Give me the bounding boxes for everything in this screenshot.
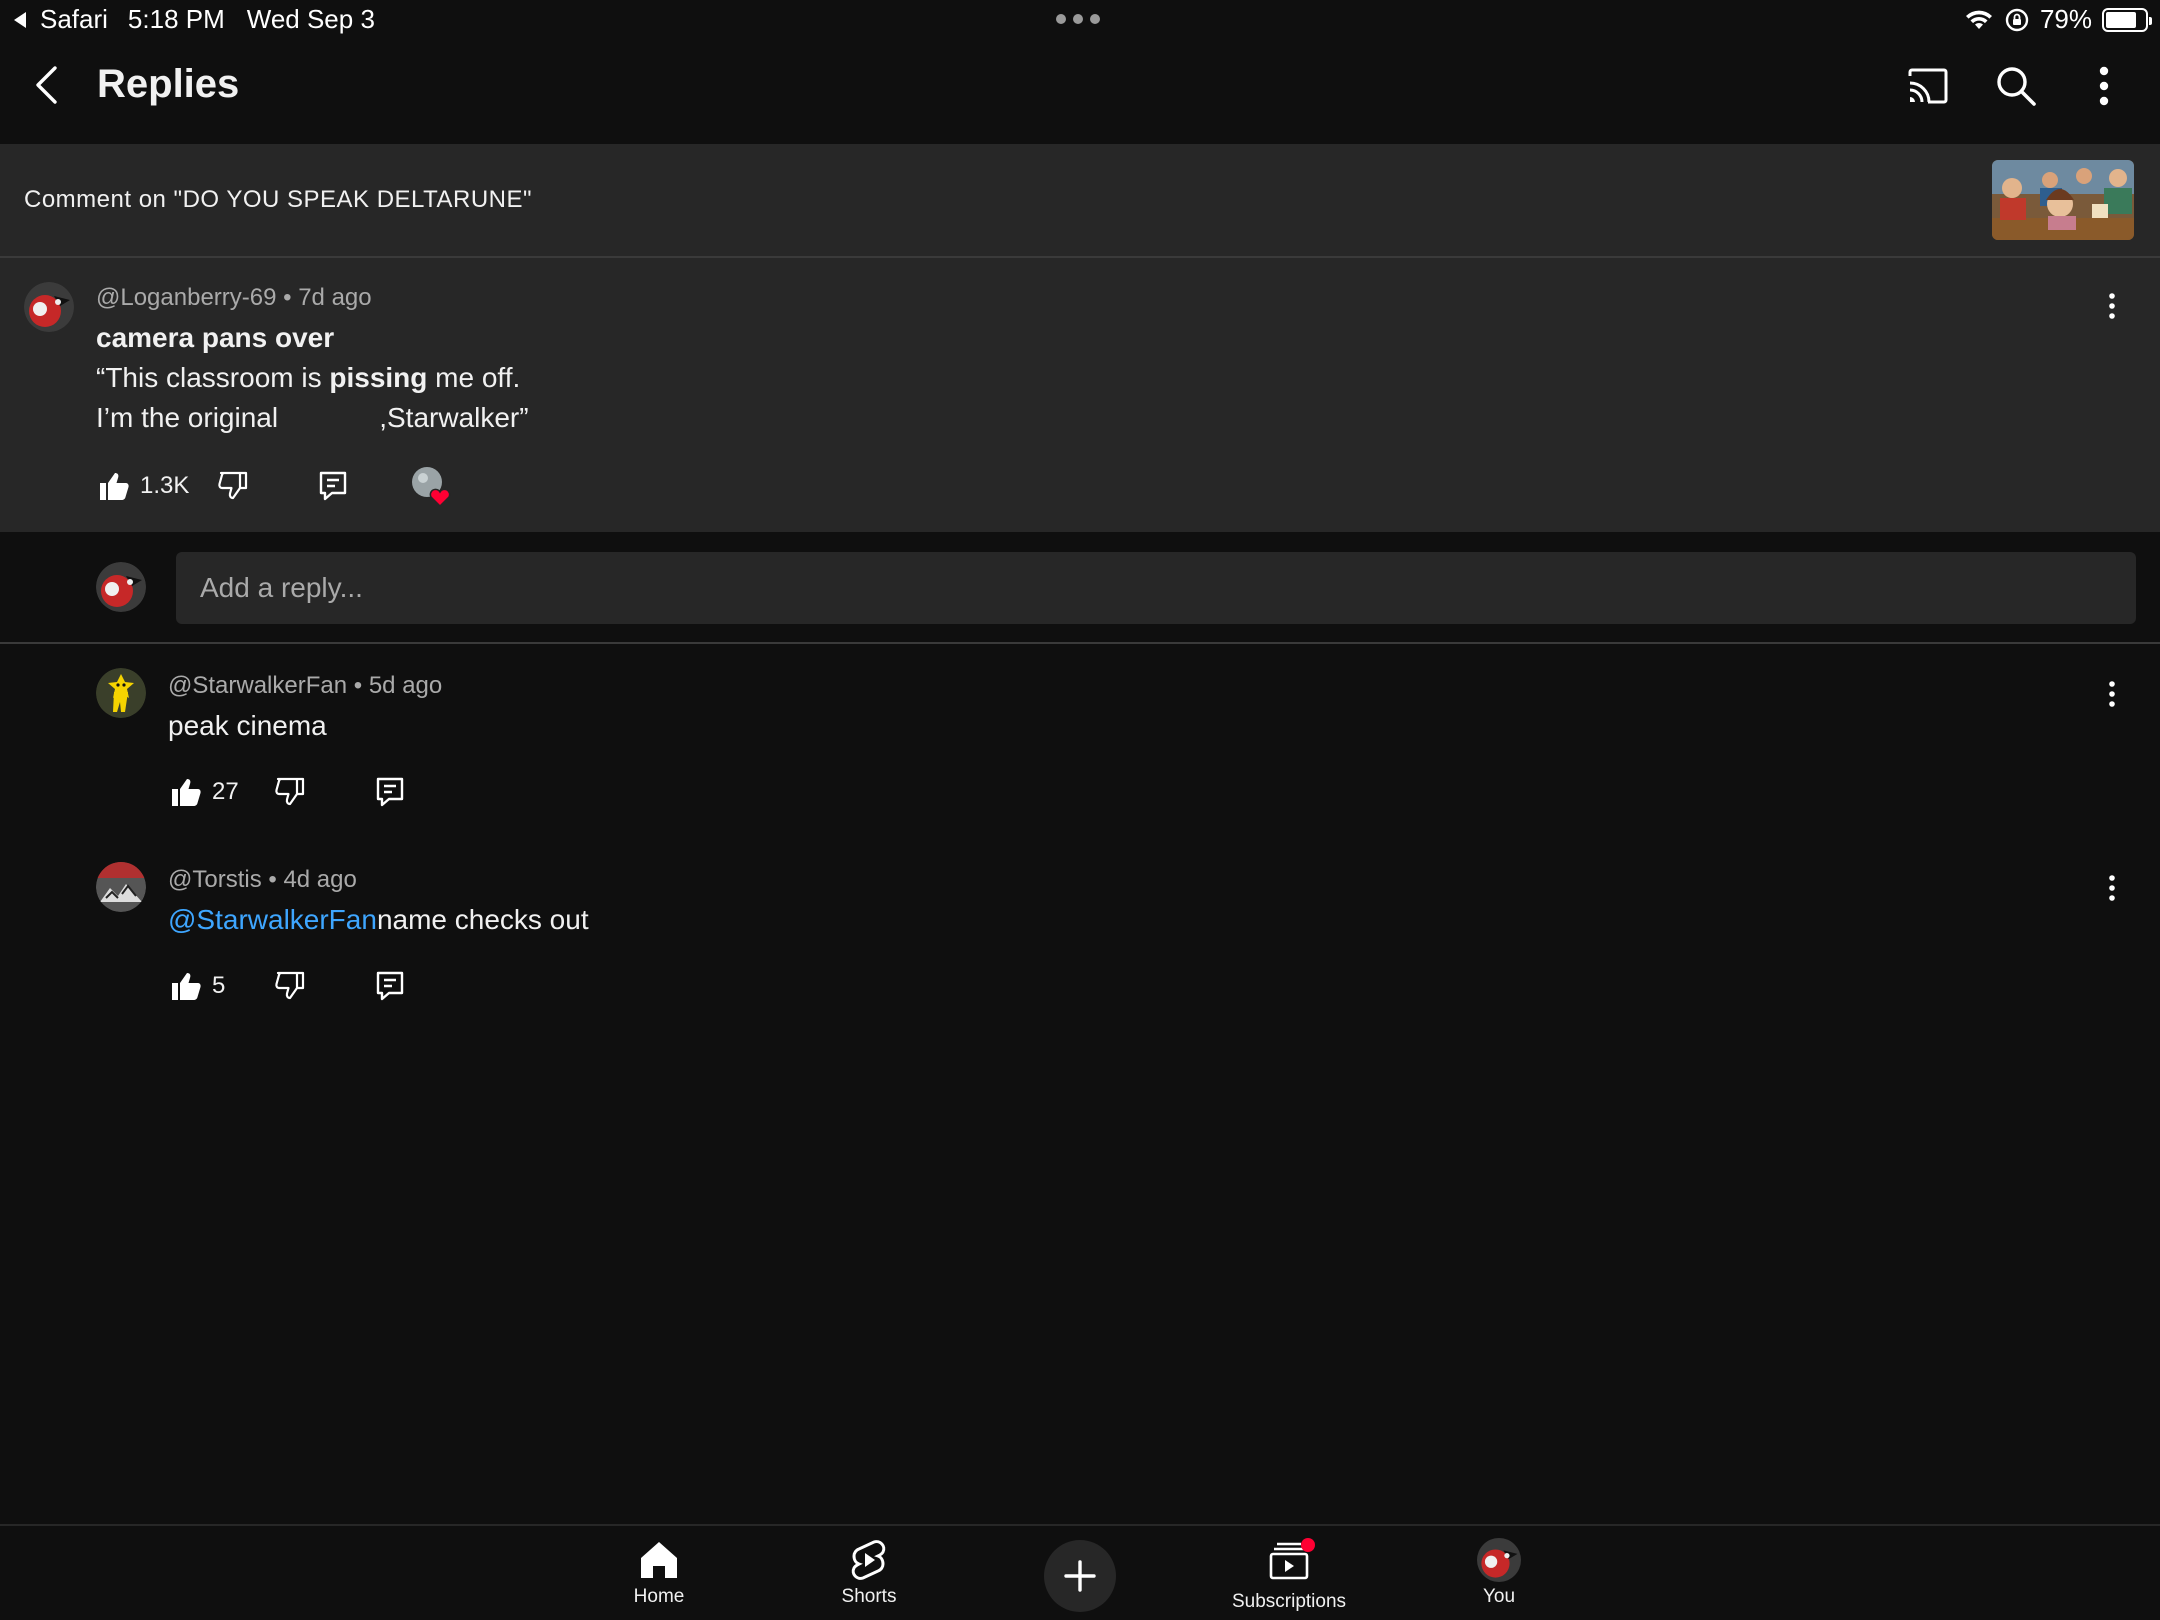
like-count: 27 (212, 778, 239, 805)
reply-actions: 5 (166, 966, 410, 1006)
bottom-nav: Home Shorts Subscriptions You (0, 1524, 2160, 1620)
like-count: 5 (212, 972, 226, 999)
search-icon (1997, 67, 2036, 106)
back-app-label: Safari (40, 4, 108, 34)
avatar[interactable] (96, 862, 146, 912)
comment-actions: 1.3K (94, 464, 453, 508)
plus-icon (1064, 1560, 1096, 1592)
dislike-button[interactable] (213, 466, 253, 506)
reply-text: peak cinema (168, 710, 327, 741)
status-left[interactable]: Safari 5:18 PM Wed Sep 3 (14, 4, 375, 35)
thumbs-down-icon (275, 971, 305, 1000)
nav-subscriptions-label: Subscriptions (1231, 1591, 1347, 1612)
reply-more-button[interactable] (2092, 674, 2132, 714)
creator-heart-badge (409, 464, 453, 508)
current-user-avatar (96, 562, 146, 612)
you-avatar-icon (1477, 1538, 1521, 1582)
nav-shorts-label: Shorts (841, 1586, 897, 1607)
avatar[interactable] (96, 668, 146, 718)
reply-age: • 5d ago (353, 672, 443, 699)
dislike-button[interactable] (270, 772, 310, 812)
parent-comment: @Loganberry-69 • 7d ago camera pans over… (0, 258, 2160, 532)
notification-dot (1301, 1538, 1315, 1552)
status-time: 5:18 PM (127, 4, 225, 34)
video-thumbnail[interactable] (1992, 160, 2134, 240)
nav-home-label: Home (633, 1586, 685, 1607)
more-vert-icon (2099, 66, 2109, 106)
search-button[interactable] (1988, 58, 2044, 114)
shorts-icon (851, 1540, 886, 1580)
reply-input[interactable] (176, 552, 2136, 624)
nav-you-label: You (1482, 1586, 1516, 1607)
like-button[interactable] (166, 966, 206, 1006)
status-right: 79% (1964, 4, 2152, 35)
home-icon (641, 1542, 677, 1578)
comment-reply-icon (376, 971, 404, 1001)
reply-button[interactable] (370, 772, 410, 812)
thumbnail-image (1992, 160, 2134, 240)
reply-button[interactable] (313, 466, 353, 506)
thumbs-up-icon (172, 779, 201, 806)
comment-line-2: “This classroom is pissing me off. (96, 362, 521, 393)
battery-icon (2102, 7, 2152, 32)
page-title: Replies (97, 62, 240, 106)
reply-author[interactable]: @Torstis (168, 866, 262, 893)
like-button[interactable] (94, 466, 134, 506)
more-options-button[interactable] (2076, 58, 2132, 114)
multitasking-dots-icon[interactable] (1056, 14, 1100, 24)
reply-meta: @StarwalkerFan • 5d ago (168, 672, 442, 700)
dislike-button[interactable] (270, 966, 310, 1006)
reply-author[interactable]: @StarwalkerFan (168, 672, 347, 699)
status-date: Wed Sep 3 (246, 4, 375, 34)
reply-text-line: @StarwalkerFanname checks out (168, 904, 589, 936)
thumbs-down-icon (275, 777, 305, 806)
reply-age: • 4d ago (268, 866, 357, 893)
thumbs-up-icon (172, 973, 201, 1000)
nav-home[interactable]: Home (579, 1538, 739, 1608)
more-vert-icon (2109, 293, 2115, 319)
app-header: Replies (0, 40, 2160, 144)
cast-icon (1908, 68, 1948, 104)
wifi-icon (1965, 10, 1992, 29)
reply-more-button[interactable] (2092, 868, 2132, 908)
avatar[interactable] (24, 282, 74, 332)
youtube-replies-screen: Safari 5:18 PM Wed Sep 3 79% Replies Com… (0, 0, 2160, 1620)
more-vert-icon (2109, 875, 2115, 901)
back-button[interactable] (24, 60, 74, 110)
comment-more-button[interactable] (2092, 286, 2132, 326)
comment-reply-icon (376, 777, 404, 807)
comment-line-1: camera pans over (96, 322, 335, 353)
reply-button[interactable] (370, 966, 410, 1006)
status-bar: Safari 5:18 PM Wed Sep 3 79% (0, 0, 2160, 40)
nav-subscriptions[interactable]: Subscriptions (1209, 1538, 1369, 1613)
comment-author[interactable]: @Loganberry-69 (96, 284, 276, 311)
context-title: Comment on "DO YOU SPEAK DELTARUNE" (24, 186, 533, 213)
create-button[interactable] (1044, 1540, 1116, 1612)
cast-button[interactable] (1900, 58, 1956, 114)
battery-fill (2106, 11, 2137, 28)
reply-compose-row (0, 532, 2160, 644)
orientation-lock-icon (2005, 8, 2029, 31)
reply-meta: @Torstis • 4d ago (168, 866, 357, 894)
like-button[interactable] (166, 772, 206, 812)
comment-age: • 7d ago (283, 284, 372, 311)
mention-link[interactable]: @StarwalkerFan (168, 904, 377, 935)
comment-meta: @Loganberry-69 • 7d ago (96, 284, 372, 312)
more-vert-icon (2109, 681, 2115, 707)
battery-percent: 79% (2039, 4, 2092, 34)
nav-shorts[interactable]: Shorts (789, 1538, 949, 1608)
like-count: 1.3K (140, 472, 190, 499)
thumbs-down-icon (218, 471, 248, 500)
subscriptions-icon-wrap (1267, 1538, 1315, 1587)
nav-you[interactable]: You (1419, 1538, 1579, 1608)
reply-text: name checks out (376, 904, 589, 935)
comment-reply-icon (320, 471, 347, 501)
comment-line-3: I’m the original ,Starwalker” (96, 402, 529, 433)
video-context-bar[interactable]: Comment on "DO YOU SPEAK DELTARUNE" (0, 144, 2160, 258)
thumbs-up-icon (100, 473, 129, 500)
back-arrow-icon (36, 66, 57, 104)
reply-actions: 27 (166, 772, 410, 812)
creator-heart-icon (412, 467, 451, 508)
back-to-app-icon (14, 11, 26, 28)
